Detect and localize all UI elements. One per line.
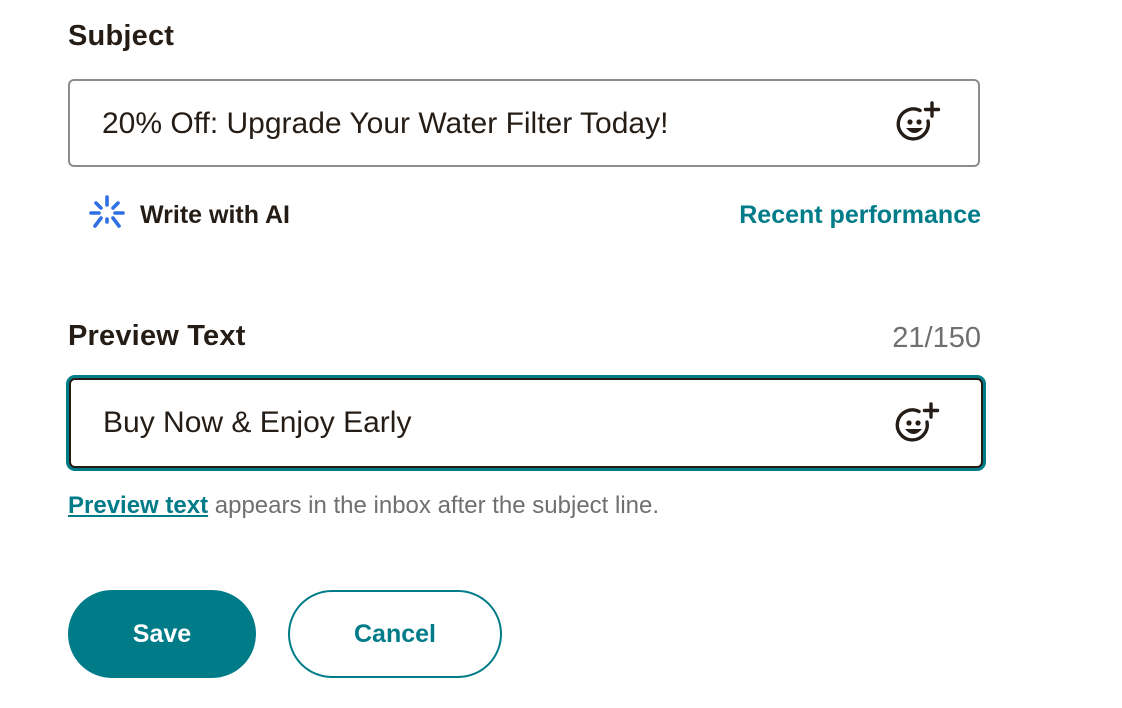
write-with-ai-label: Write with AI (140, 200, 290, 229)
subject-preview-form: Subject 20% Off: Upgrade Your Water Filt… (0, 0, 1122, 708)
preview-text-helper-rest: appears in the inbox after the subject l… (208, 492, 660, 519)
preview-text-input[interactable]: Buy Now & Enjoy Early (69, 378, 983, 468)
emoji-add-icon[interactable] (893, 402, 941, 450)
preview-text-helper: Preview text appears in the inbox after … (68, 492, 659, 520)
preview-text-input-value: Buy Now & Enjoy Early (103, 406, 412, 439)
emoji-add-icon[interactable] (894, 101, 942, 149)
subject-input-value: 20% Off: Upgrade Your Water Filter Today… (102, 107, 669, 140)
subject-input[interactable]: 20% Off: Upgrade Your Water Filter Today… (68, 79, 980, 167)
preview-text-help-link[interactable]: Preview text (68, 492, 208, 519)
cancel-button[interactable]: Cancel (288, 590, 502, 678)
preview-text-label: Preview Text (68, 320, 246, 352)
save-button[interactable]: Save (68, 590, 256, 678)
recent-performance-link[interactable]: Recent performance (739, 201, 981, 230)
character-counter: 21/150 (892, 322, 981, 354)
sparkle-icon (88, 194, 126, 237)
subject-label: Subject (68, 20, 175, 52)
write-with-ai-button[interactable]: Write with AI (88, 194, 290, 237)
